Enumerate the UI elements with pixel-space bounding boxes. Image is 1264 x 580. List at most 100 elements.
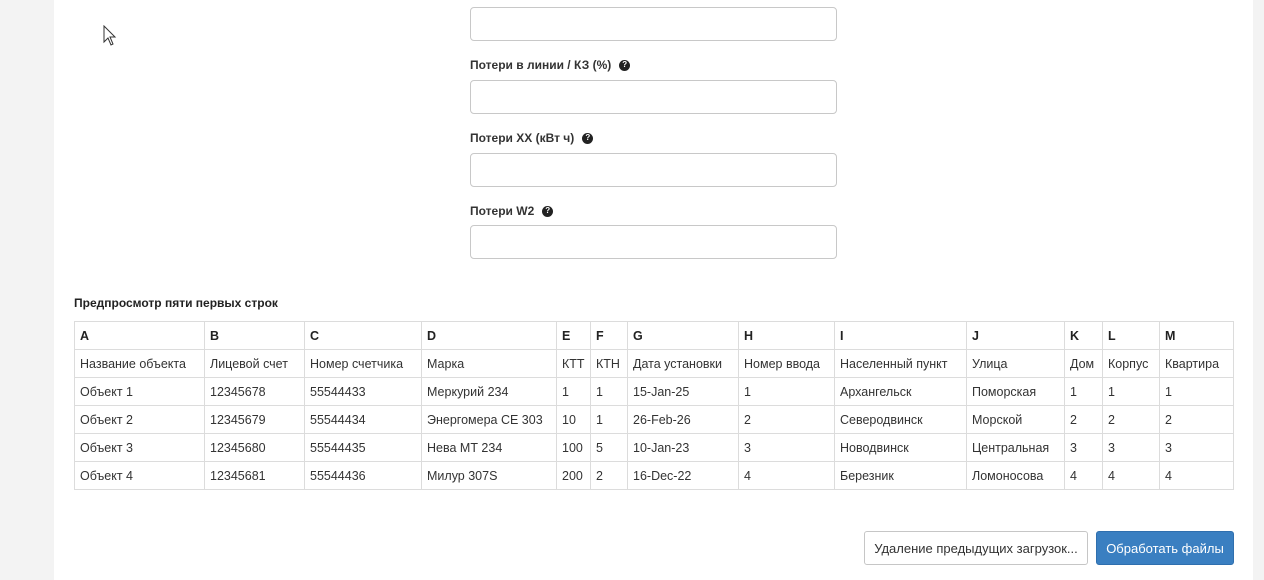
table-cell: 15-Jan-25	[627, 377, 739, 406]
table-cell: Северодвинск	[834, 405, 967, 434]
table-cell: 12345678	[204, 377, 305, 406]
table-cell: 55544436	[304, 461, 422, 490]
table-cell: 1	[1064, 377, 1103, 406]
process-files-button[interactable]: Обработать файлы	[1096, 531, 1234, 565]
table-cell: 3	[738, 433, 835, 462]
table-cell: 10	[556, 405, 591, 434]
table-cell: M	[1159, 321, 1234, 350]
table-cell: 55544435	[304, 433, 422, 462]
help-icon[interactable]: ?	[619, 59, 631, 71]
help-icon[interactable]: ?	[542, 205, 554, 217]
table-cell: Квартира	[1159, 349, 1234, 378]
table-cell: Объект 1	[74, 377, 205, 406]
table-cell: F	[590, 321, 628, 350]
table-cell: Улица	[966, 349, 1065, 378]
table-cell: 1	[556, 377, 591, 406]
table-cell: Архангельск	[834, 377, 967, 406]
table-cell: 4	[738, 461, 835, 490]
field-idle-losses-label: Потери ХХ (кВт ч) ?	[470, 131, 594, 145]
table-cell: Название объекта	[74, 349, 205, 378]
table-cell: A	[74, 321, 205, 350]
table-cell: Нева МТ 234	[421, 433, 557, 462]
table-cell: 2	[738, 405, 835, 434]
table-cell: 2	[1102, 405, 1160, 434]
field-line-losses-label: Потери в линии / КЗ (%) ?	[470, 58, 631, 72]
table-cell: 4	[1064, 461, 1103, 490]
table-cell: H	[738, 321, 835, 350]
table-cell: J	[966, 321, 1065, 350]
table-cell: 3	[1102, 433, 1160, 462]
table-cell: 2	[1064, 405, 1103, 434]
table-row: Объект 1 12345678 55544433 Меркурий 234 1 1 15…	[74, 377, 1234, 406]
table-cell: 55544433	[304, 377, 422, 406]
table-cell: 3	[1064, 433, 1103, 462]
table-cell: C	[304, 321, 422, 350]
table-cell: Новодвинск	[834, 433, 967, 462]
table-cell: 1	[1102, 377, 1160, 406]
table-cell: 4	[1102, 461, 1160, 490]
table-cell: Номер ввода	[738, 349, 835, 378]
mouse-pointer-icon	[103, 25, 117, 46]
field-line-losses-text: Потери в линии / КЗ (%)	[470, 58, 612, 72]
help-icon[interactable]: ?	[582, 132, 594, 144]
table-cell: 26-Feb-26	[627, 405, 739, 434]
table-cell: 2	[1159, 405, 1234, 434]
table-cell: 10-Jan-23	[627, 433, 739, 462]
preview-title: Предпросмотр пяти первых строк	[74, 296, 278, 310]
preview-table: A B C D E F G H I J K L M Название объекта Лицевой сче…	[74, 321, 1234, 490]
table-cell: I	[834, 321, 967, 350]
table-cell: K	[1064, 321, 1103, 350]
table-cell: Березник	[834, 461, 967, 490]
table-cell: 55544434	[304, 405, 422, 434]
table-cell: Меркурий 234	[421, 377, 557, 406]
column-header-row: Название объекта Лицевой счет Номер счетчи…	[74, 349, 1234, 378]
table-row: Объект 4 12345681 55544436 Милур 307S 200 2 16…	[74, 461, 1234, 490]
table-cell: Морской	[966, 405, 1065, 434]
table-cell: Лицевой счет	[204, 349, 305, 378]
table-cell: 3	[1159, 433, 1234, 462]
table-cell: 2	[590, 461, 628, 490]
table-cell: 12345680	[204, 433, 305, 462]
table-cell: 16-Dec-22	[627, 461, 739, 490]
column-letter-row: ABCDEFGHIJKLM	[74, 321, 1234, 350]
table-cell: 1	[1159, 377, 1234, 406]
table-cell: КТН	[590, 349, 628, 378]
table-cell: Марка	[421, 349, 557, 378]
field-idle-losses-text: Потери ХХ (кВт ч)	[470, 131, 575, 145]
table-row: Объект 3 12345680 55544435 Нева МТ 234 100 5 1…	[74, 433, 1234, 462]
table-cell: Энергомера CE 303	[421, 405, 557, 434]
table-cell: 5	[590, 433, 628, 462]
table-cell: 200	[556, 461, 591, 490]
field-w2-losses-input[interactable]	[470, 225, 837, 259]
table-cell: Дом	[1064, 349, 1103, 378]
table-cell: Корпус	[1102, 349, 1160, 378]
field-line-losses-input[interactable]	[470, 80, 837, 114]
table-cell: D	[421, 321, 557, 350]
table-cell: 12345681	[204, 461, 305, 490]
table-cell: 12345679	[204, 405, 305, 434]
table-cell: Дата установки	[627, 349, 739, 378]
table-cell: Поморская	[966, 377, 1065, 406]
table-cell: G	[627, 321, 739, 350]
table-cell: КТТ	[556, 349, 591, 378]
table-cell: B	[204, 321, 305, 350]
table-cell: 1	[738, 377, 835, 406]
table-cell: Объект 4	[74, 461, 205, 490]
field-w2-losses-label: Потери W2 ?	[470, 204, 554, 218]
table-cell: Ломоносова	[966, 461, 1065, 490]
table-cell: 1	[590, 405, 628, 434]
table-cell: Милур 307S	[421, 461, 557, 490]
field-0-input[interactable]	[470, 7, 837, 41]
field-idle-losses-input[interactable]	[470, 153, 837, 187]
table-cell: 100	[556, 433, 591, 462]
table-cell: 4	[1159, 461, 1234, 490]
delete-previous-uploads-button[interactable]: Удаление предыдущих загрузок...	[864, 531, 1088, 565]
table-cell: Центральная	[966, 433, 1065, 462]
table-cell: Объект 3	[74, 433, 205, 462]
table-cell: 1	[590, 377, 628, 406]
table-cell: Объект 2	[74, 405, 205, 434]
table-row: Объект 2 12345679 55544434 Энергомера CE 30…	[74, 405, 1234, 434]
field-w2-losses-text: Потери W2	[470, 204, 535, 218]
table-cell: E	[556, 321, 591, 350]
table-cell: L	[1102, 321, 1160, 350]
